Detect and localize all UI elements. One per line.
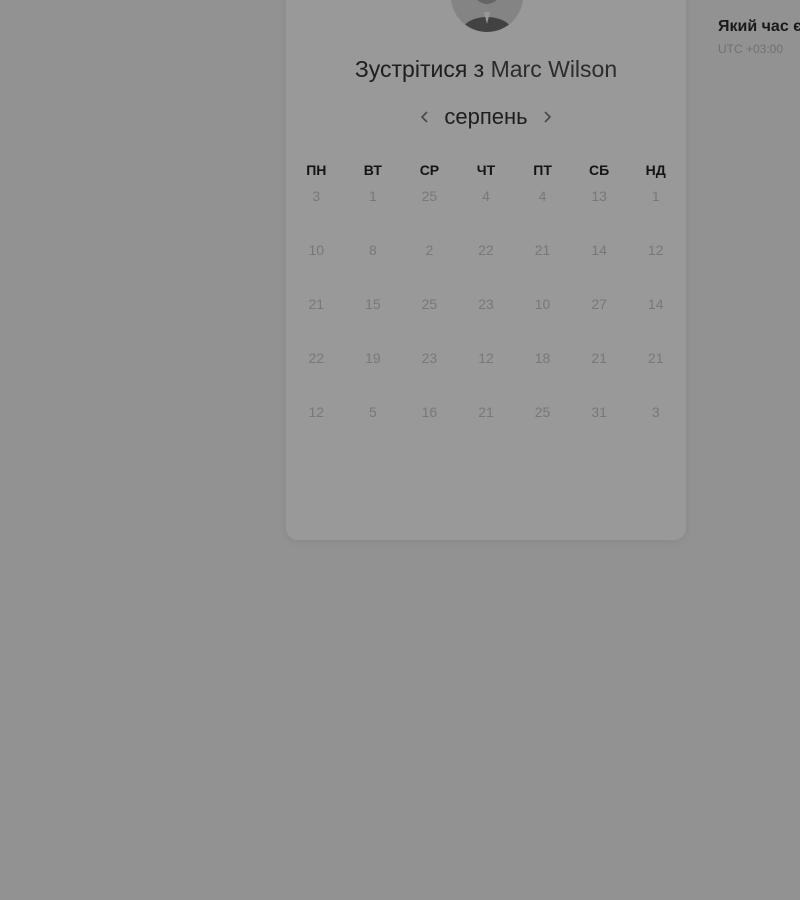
modal-overlay[interactable] [0,0,800,900]
